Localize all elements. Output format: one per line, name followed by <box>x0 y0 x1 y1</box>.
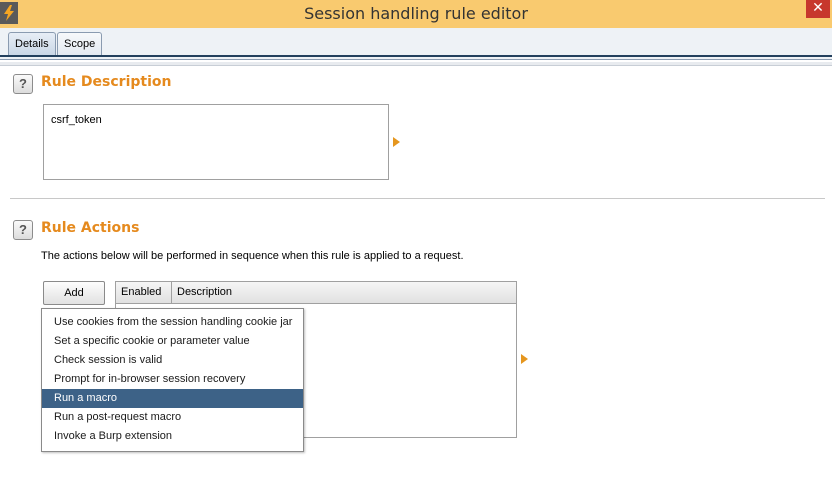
menu-item-use-cookies[interactable]: Use cookies from the session handling co… <box>42 313 303 332</box>
rule-description-field[interactable]: csrf_token <box>43 104 389 180</box>
section-divider <box>10 198 825 199</box>
title-bar: Session handling rule editor ✕ <box>0 0 832 29</box>
tab-details[interactable]: Details <box>8 32 56 56</box>
menu-item-set-cookie-parameter[interactable]: Set a specific cookie or parameter value <box>42 332 303 351</box>
tab-underline <box>0 55 832 57</box>
help-icon[interactable]: ? <box>13 220 33 240</box>
window-title: Session handling rule editor <box>304 4 528 23</box>
close-button[interactable]: ✕ <box>806 0 830 18</box>
rule-description-title: Rule Description <box>41 74 172 90</box>
rule-description-value: csrf_token <box>51 114 102 126</box>
menu-item-run-post-request-macro[interactable]: Run a post-request macro <box>42 408 303 427</box>
column-header-enabled[interactable]: Enabled <box>116 282 172 304</box>
expand-arrow-icon[interactable] <box>521 354 528 364</box>
help-icon[interactable]: ? <box>13 74 33 94</box>
add-action-menu: Use cookies from the session handling co… <box>41 308 304 452</box>
menu-item-check-session[interactable]: Check session is valid <box>42 351 303 370</box>
rule-actions-title: Rule Actions <box>41 220 140 236</box>
tab-underline-secondary <box>0 59 832 60</box>
rule-actions-description: The actions below will be performed in s… <box>41 250 464 262</box>
expand-arrow-icon[interactable] <box>393 137 400 147</box>
menu-item-prompt-recovery[interactable]: Prompt for in-browser session recovery <box>42 370 303 389</box>
tab-scope[interactable]: Scope <box>57 32 103 56</box>
menu-item-invoke-extension[interactable]: Invoke a Burp extension <box>42 427 303 446</box>
menu-item-run-macro[interactable]: Run a macro <box>42 389 303 408</box>
add-button[interactable]: Add <box>43 281 105 305</box>
column-header-description[interactable]: Description <box>172 282 516 304</box>
panel-top-border <box>0 62 832 66</box>
